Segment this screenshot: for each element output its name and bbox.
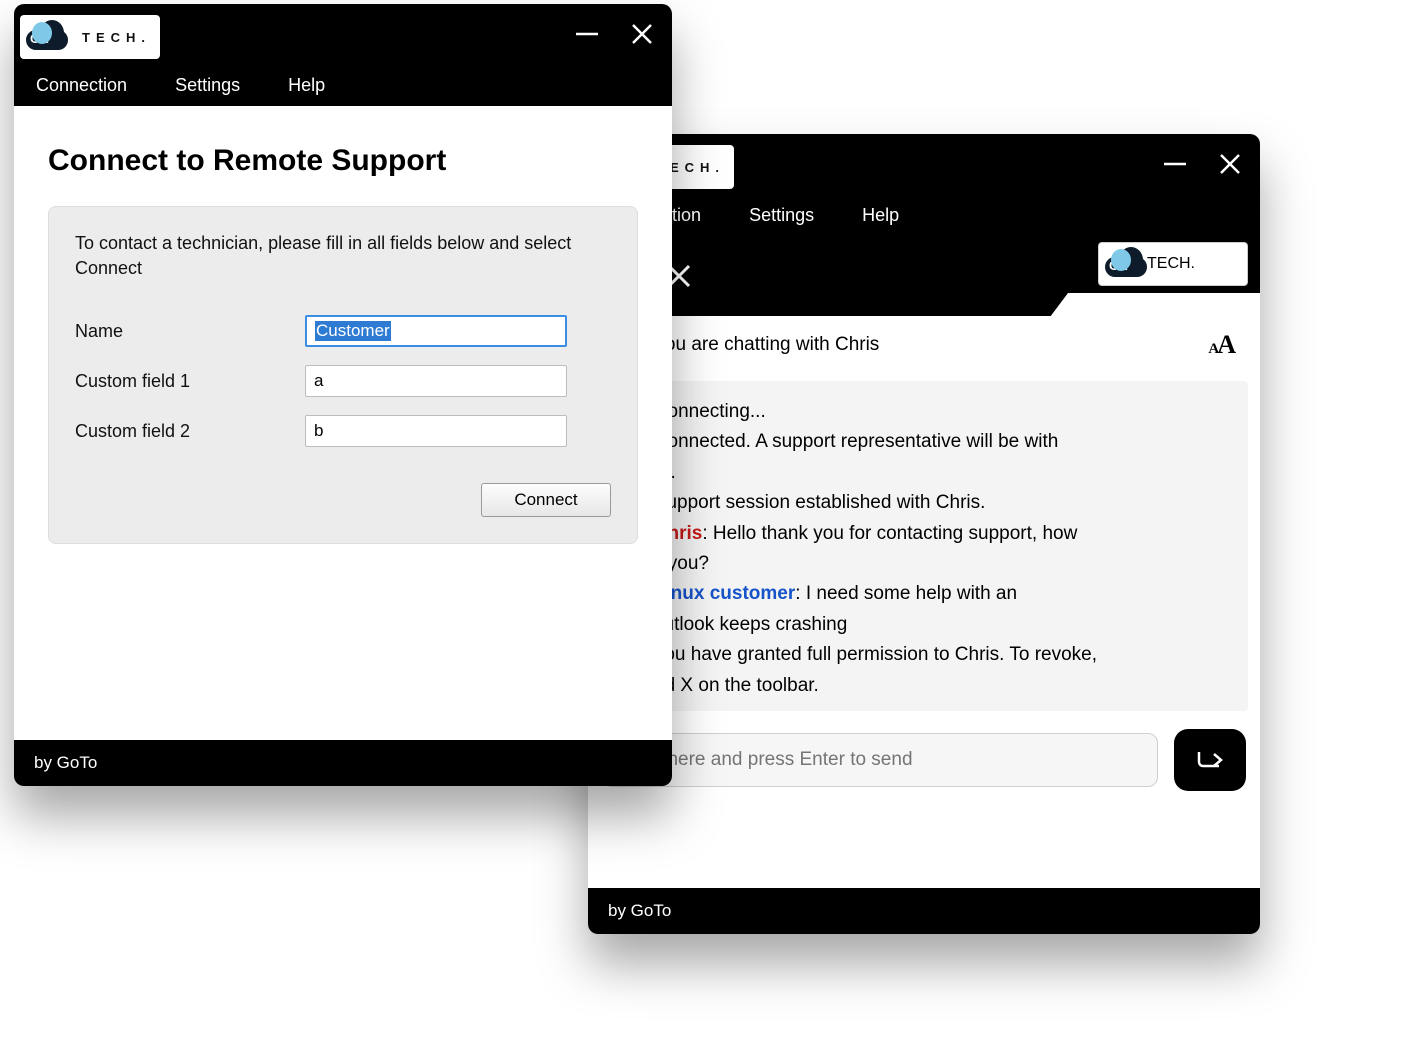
titlebar: CX TECH. [588,134,1260,194]
chat-line: shortly. [616,458,1232,488]
menu-connection[interactable]: Connection [36,75,127,96]
minimize-icon[interactable] [574,21,600,47]
connect-button[interactable]: Connect [481,483,611,517]
chat-line: AM Chris: Hello thank you for contacting… [616,519,1232,549]
titlebar: CX TECH. [14,4,672,64]
menubar: Connection Settings Help [588,194,1260,236]
footer: by GoTo [588,888,1260,934]
cf1-input[interactable] [305,365,567,397]
connect-panel: To contact a technician, please fill in … [48,206,638,544]
chat-title: You are chatting with Chris [654,334,879,356]
menu-settings[interactable]: Settings [175,75,240,96]
chat-line: AM Linux customer: I need some help with… [616,579,1232,609]
menu-help[interactable]: Help [288,75,325,96]
chat-line: AM Connected. A support representative w… [616,427,1232,457]
brand-mark: CX [30,31,49,46]
menu-settings[interactable]: Settings [749,205,814,226]
connect-window: CX TECH. Connection Settings Help Connec… [14,4,672,786]
chat-line: ate, outlook keeps crashing [616,610,1232,640]
chat-toolbar: CX TECH. [588,236,1260,316]
close-icon[interactable] [1218,152,1242,176]
cf2-input[interactable] [305,415,567,447]
name-input-selection: Customer [315,321,391,341]
cf1-label: Custom field 1 [75,371,305,392]
panel-intro: To contact a technician, please fill in … [75,231,611,281]
chat-window: CX TECH. Connection Settings Help CX TEC… [588,134,1260,934]
menu-help[interactable]: Help [862,205,899,226]
chat-line: AM You have granted full permission to C… [616,640,1232,670]
brand-logo: CX TECH. [20,15,160,59]
chat-line: AM Connecting... [616,397,1232,427]
name-label: Name [75,321,305,342]
chat-input[interactable] [602,733,1158,787]
cf2-label: Custom field 2 [75,421,305,442]
brand-chip: CX TECH. [1098,242,1248,286]
font-size-toggle[interactable]: AA [1208,330,1234,360]
chat-subheader: You are chatting with Chris AA [588,316,1260,375]
send-button[interactable] [1174,729,1246,791]
chat-line: AM Support session established with Chri… [616,488,1232,518]
chat-line: the red X on the toolbar. [616,671,1232,701]
footer: by GoTo [14,740,672,786]
chat-composer [588,711,1260,799]
page-title: Connect to Remote Support [48,144,638,178]
chat-line: I help you? [616,549,1232,579]
minimize-icon[interactable] [1162,151,1188,177]
menubar: Connection Settings Help [14,64,672,106]
chat-log: AM Connecting...AM Connected. A support … [600,381,1248,711]
close-icon[interactable] [630,22,654,46]
brand-word: TECH. [82,30,151,45]
